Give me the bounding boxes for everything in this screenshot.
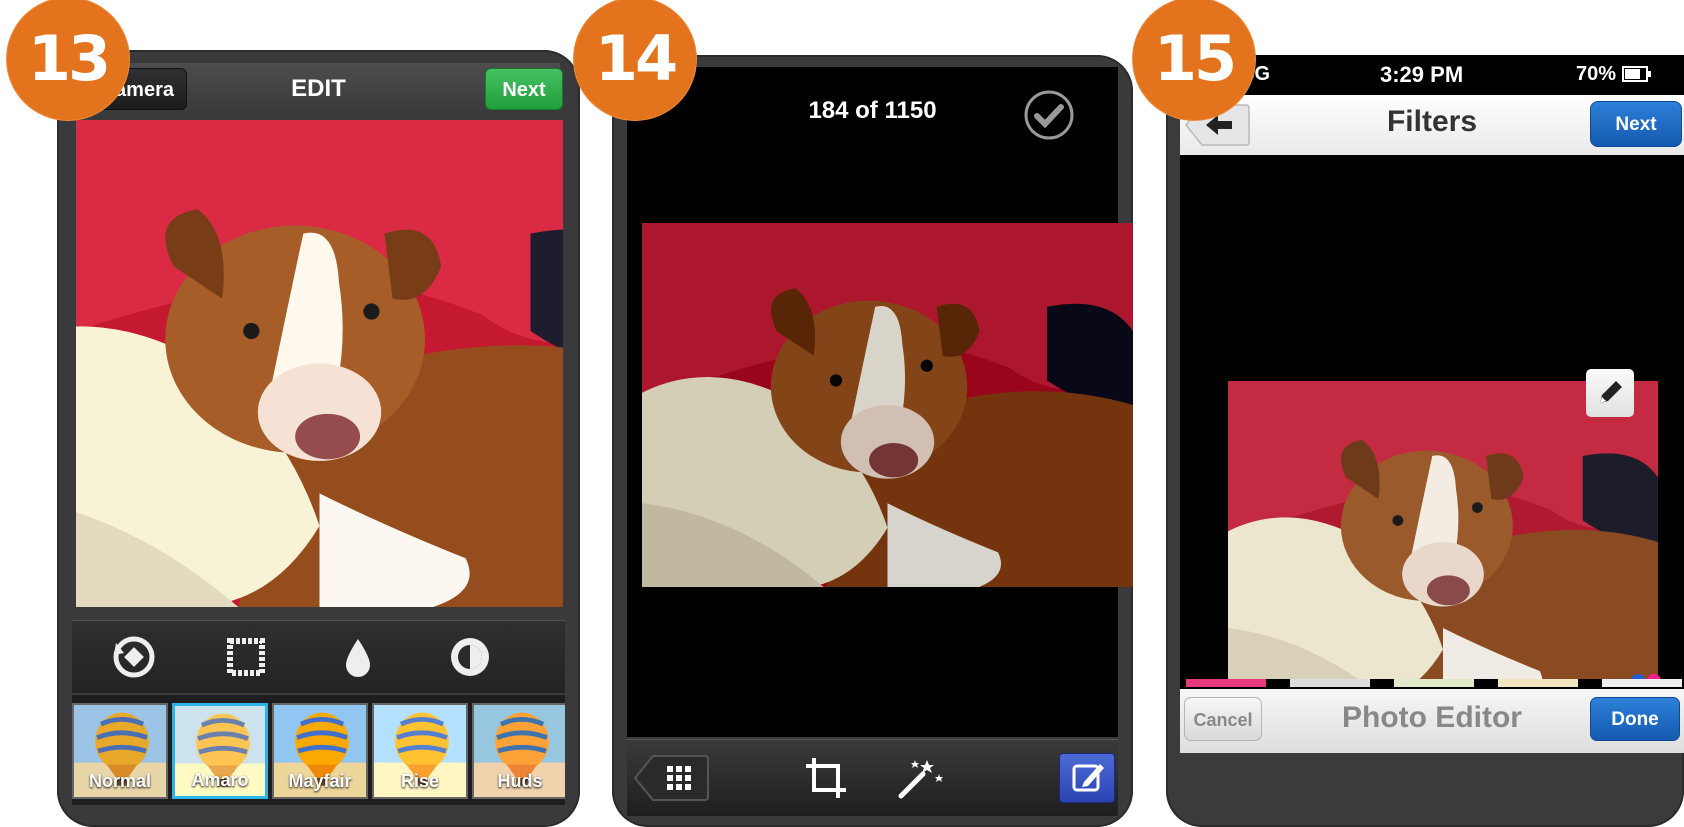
- step-badge-15: 15: [1136, 1, 1252, 117]
- filter-label: Rise: [400, 771, 440, 791]
- filter-label: Normal: [88, 771, 151, 791]
- filter-thumb-strip: [1180, 679, 1684, 689]
- filter-thumb[interactable]: [1498, 679, 1578, 687]
- filter-strip: Normal Amaro Mayfair Rise Huds: [72, 695, 565, 805]
- filter-thumb[interactable]: [1394, 679, 1474, 687]
- next-button[interactable]: Next: [1590, 101, 1682, 147]
- battery-icon: [1621, 66, 1651, 82]
- next-button[interactable]: Next: [485, 68, 563, 110]
- viewer-toolbar: [627, 739, 1118, 816]
- edit-icon[interactable]: [1059, 753, 1115, 803]
- filter-label: Amaro: [191, 770, 249, 790]
- status-bar: Sprint 3G 3:29 PM 70%: [1180, 55, 1684, 95]
- phone-photo-viewer: 184 of 1150: [612, 55, 1133, 827]
- tilt-shift-icon[interactable]: [334, 633, 382, 681]
- checkmark-icon[interactable]: [1023, 89, 1075, 141]
- phone-instagram-edit: Camera EDIT Next Normal Amaro Mayfair Ri…: [57, 50, 580, 827]
- photo-editor-bar: Cancel Photo Editor Done: [1180, 689, 1684, 753]
- dog-photo: [642, 223, 1133, 587]
- crop-icon[interactable]: [804, 756, 848, 800]
- filter-thumb[interactable]: [1290, 679, 1370, 687]
- rotate-icon[interactable]: [110, 633, 158, 681]
- filter-thumb-normal[interactable]: Normal: [72, 703, 168, 799]
- phone-flickr-filters: Sprint 3G 3:29 PM 70% Filters Next Cance…: [1166, 55, 1684, 827]
- filter-label: Mayfair: [288, 771, 352, 791]
- dog-photo: [76, 120, 563, 607]
- filter-label: Huds: [497, 771, 543, 791]
- pencil-icon[interactable]: [1586, 369, 1634, 417]
- dog-photo: [1228, 381, 1658, 703]
- battery-label: 70%: [1576, 63, 1652, 86]
- step-badge-13: 13: [10, 1, 126, 117]
- magic-wand-icon[interactable]: [897, 756, 945, 800]
- viewer-screen: 184 of 1150: [627, 67, 1133, 737]
- frame-icon[interactable]: [222, 633, 270, 681]
- filter-thumb[interactable]: [1186, 679, 1266, 687]
- done-button[interactable]: Done: [1590, 697, 1680, 741]
- filter-thumb-mayfair[interactable]: Mayfair: [272, 703, 368, 799]
- filter-thumb-rise[interactable]: Rise: [372, 703, 468, 799]
- filter-thumb-amaro[interactable]: Amaro: [172, 703, 268, 799]
- step-badge-14: 14: [577, 1, 693, 117]
- grid-icon[interactable]: [633, 754, 709, 802]
- clock: 3:29 PM: [1380, 62, 1464, 87]
- lux-icon[interactable]: [446, 633, 494, 681]
- filters-nav-bar: Filters Next: [1180, 95, 1684, 156]
- edit-tools-bar: [72, 620, 565, 693]
- preview-area: [1180, 155, 1684, 703]
- filter-thumb[interactable]: [1602, 679, 1682, 687]
- battery-percent: 70%: [1576, 63, 1617, 85]
- filter-thumb-hudson[interactable]: Huds: [472, 703, 565, 799]
